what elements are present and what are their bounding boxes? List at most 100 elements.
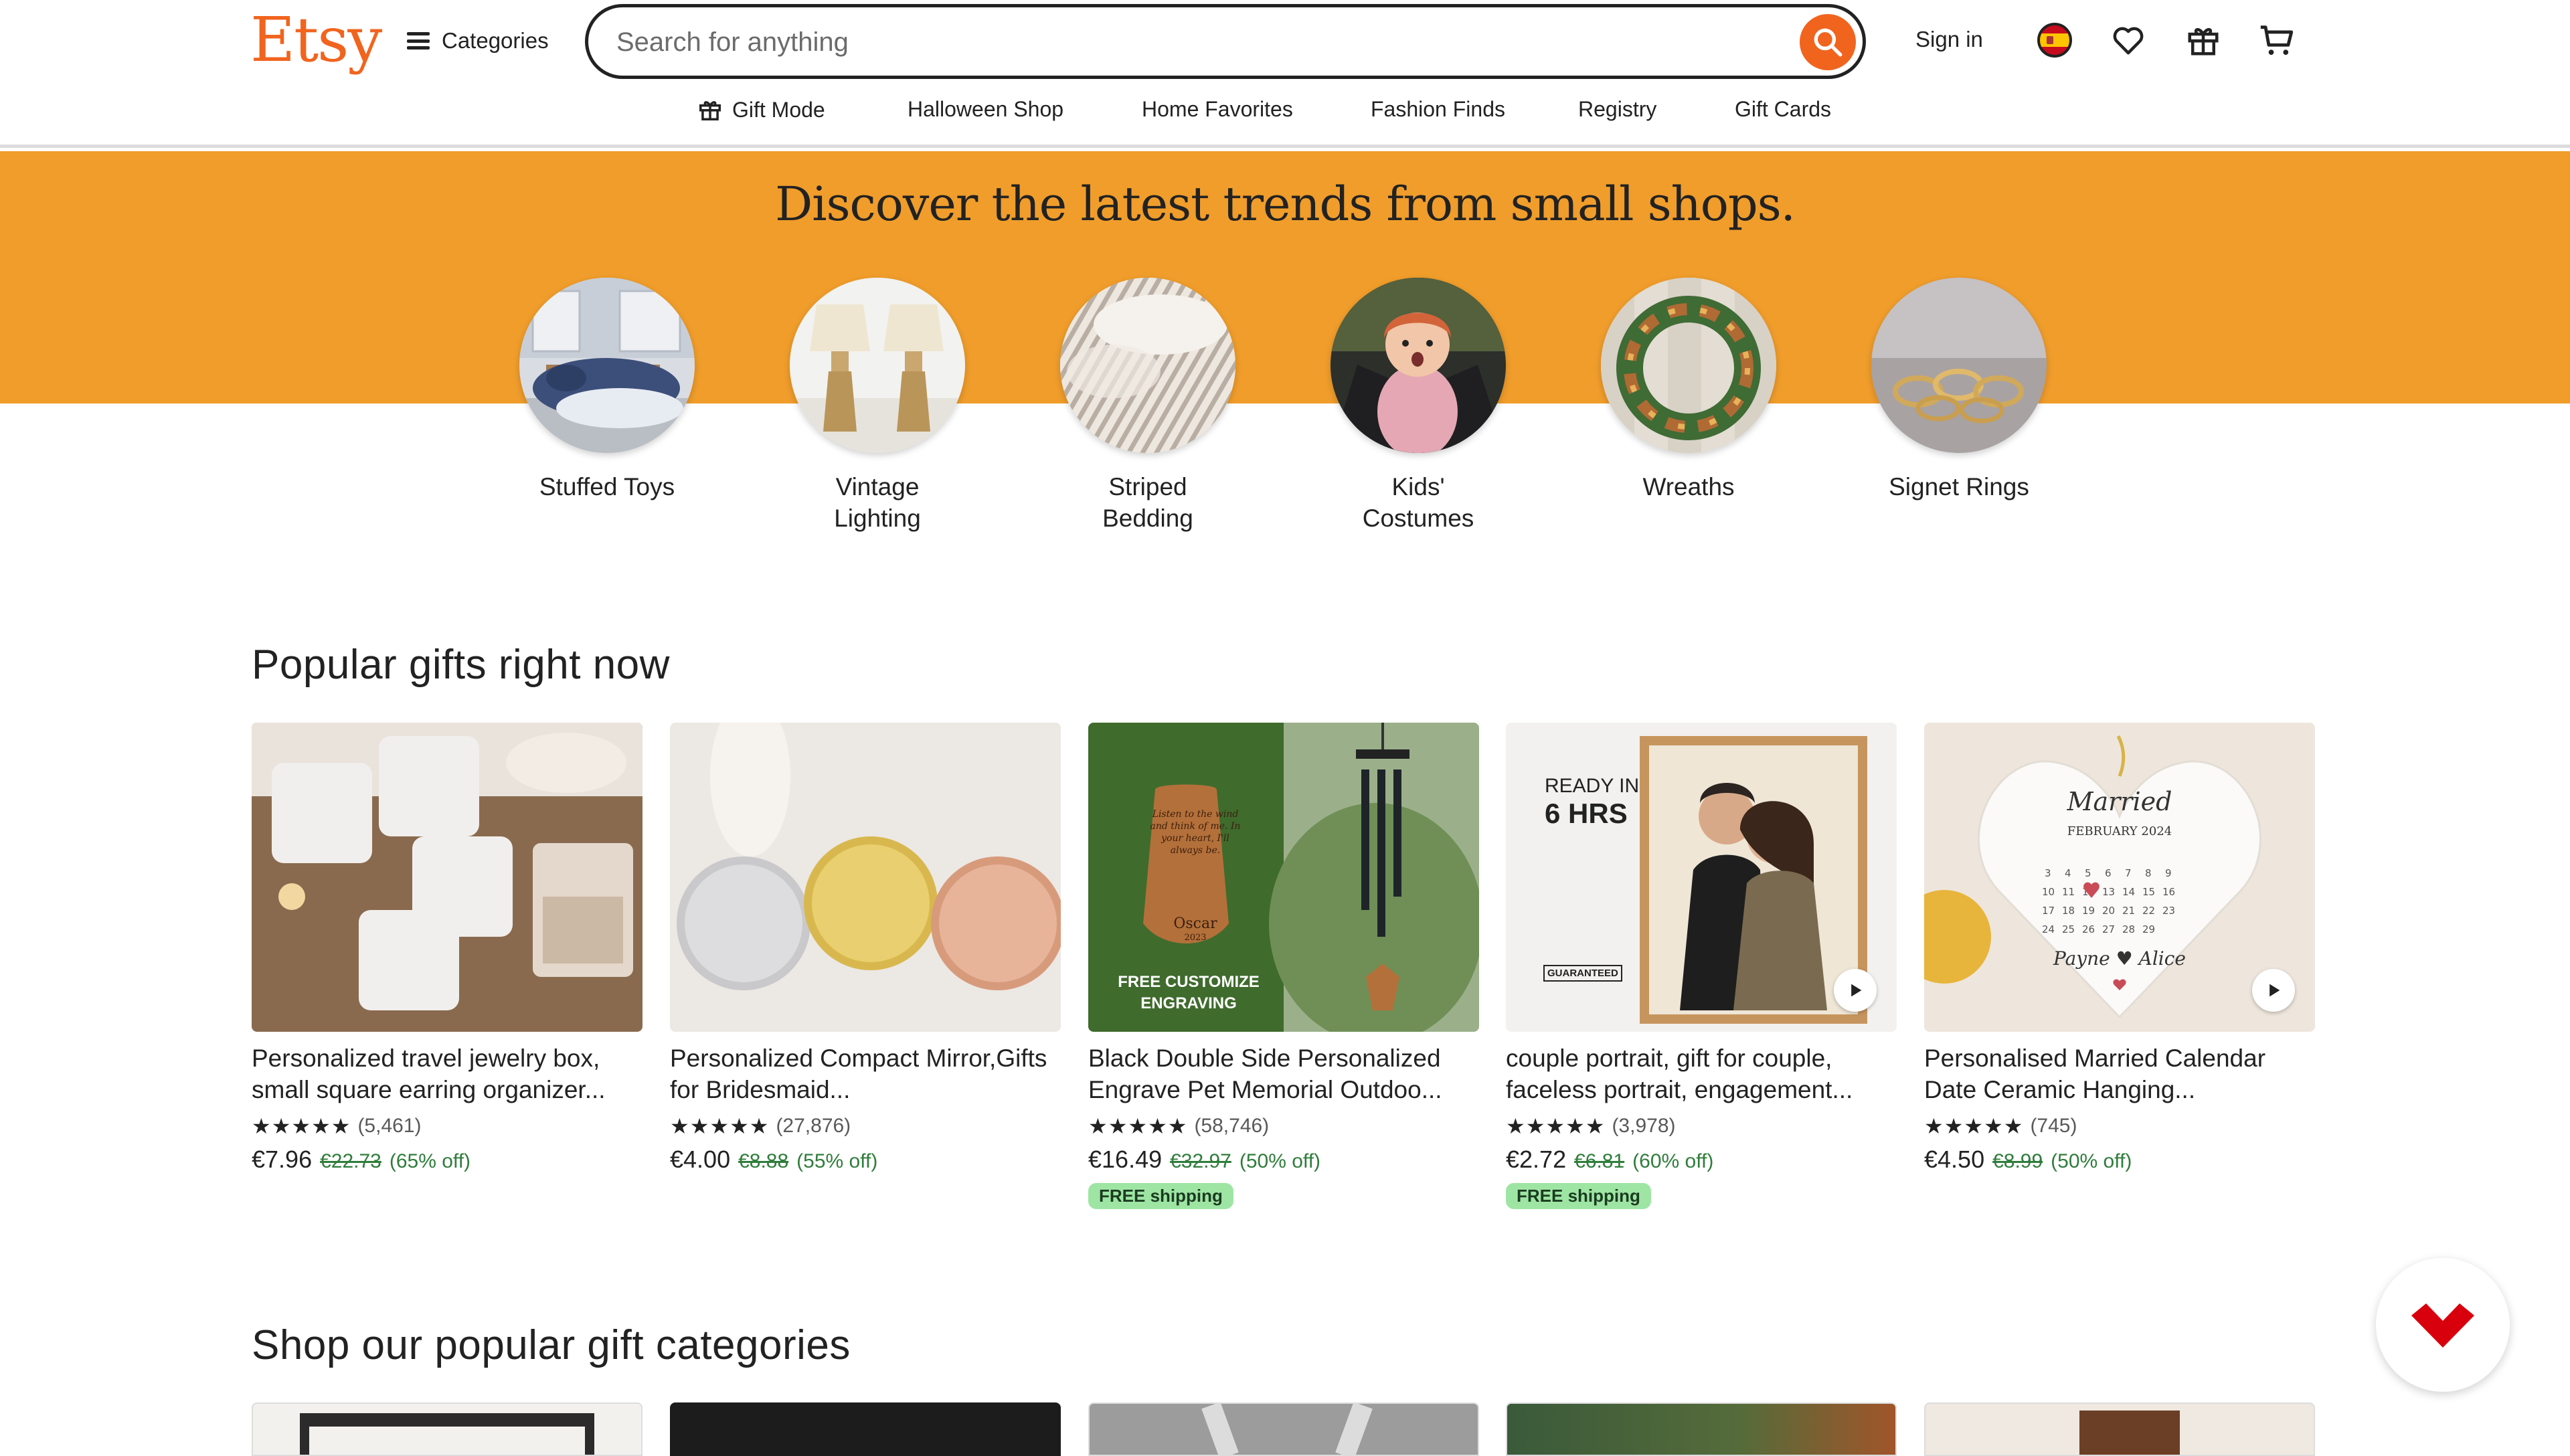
favorites-button[interactable] [2108,20,2148,60]
category-image [2079,1410,2180,1455]
review-count: (5,461) [357,1115,422,1137]
product-title[interactable]: Personalized travel jewelry box, small s… [252,1042,642,1105]
gift-button[interactable] [2183,20,2223,60]
svg-text:20: 20 [2102,905,2115,917]
gift-category-card[interactable] [670,1402,1061,1456]
jewelry-box-photo [252,723,642,1032]
language-button[interactable] [2035,20,2075,60]
product-title[interactable]: Personalized Compact Mirror,Gifts for Br… [670,1042,1061,1105]
product-card[interactable]: READY IN 6 HRS GUARANTEED couple portrai… [1506,723,1897,1209]
categories-button[interactable]: Categories [407,24,549,58]
product-image[interactable]: Listen to the wind and think of me. In y… [1088,723,1479,1032]
discount-label: (65% off) [389,1150,471,1172]
play-video-button[interactable] [2252,969,2295,1012]
circle-wreaths[interactable] [1601,278,1776,453]
calendar-names: Payne ♥ Alice [2053,947,2186,970]
original-price: €22.73 [320,1150,381,1172]
star-rating-icon: ★★★★★ [670,1114,770,1138]
original-price: €8.88 [738,1150,789,1172]
review-count: (745) [2030,1115,2077,1137]
star-rating-icon: ★★★★★ [1506,1114,1606,1138]
help-floating-button[interactable] [2376,1258,2510,1392]
category-image [300,1413,309,1455]
product-image[interactable] [252,723,642,1032]
svg-text:18: 18 [2062,905,2075,917]
site-header: Etsy Categories Sign in [0,0,2570,148]
discount-label: (50% off) [2051,1150,2132,1172]
product-title[interactable]: Black Double Side Personalized Engrave P… [1088,1042,1479,1105]
chime-banner: FREE CUSTOMIZE ENGRAVING [1118,973,1260,1012]
compact-mirror-photo [670,723,1061,1032]
discount-label: (55% off) [796,1150,878,1172]
gift-category-card[interactable] [1506,1402,1897,1456]
price-row: €16.49 €32.97 (50% off) [1088,1146,1479,1174]
banner-title: Discover the latest trends from small sh… [775,177,1796,232]
help-bubble-icon [2411,1303,2474,1348]
circle-label-stuffed-toys[interactable]: Stuffed Toys [487,471,727,503]
svg-text:23: 23 [2162,905,2175,917]
striped-bedding-image [1060,278,1235,453]
search-button[interactable] [1800,14,1856,70]
original-price: €8.99 [1992,1150,2043,1172]
portrait-hours-label: 6 HRS [1545,798,1628,829]
product-image[interactable] [670,723,1061,1032]
product-card[interactable]: 3456789 10111213141516 17181920212223 24… [1924,723,2315,1174]
search-input[interactable] [615,7,1715,77]
circle-label-wreaths[interactable]: Wreaths [1568,471,1809,503]
popular-gifts-heading: Popular gifts right now [252,642,670,688]
subnav-fashion-finds[interactable]: Fashion Finds [1371,97,1505,122]
svg-text:17: 17 [2042,905,2055,917]
calendar-script: Married [2067,787,2172,816]
svg-text:4: 4 [2065,867,2071,879]
product-card[interactable]: Listen to the wind and think of me. In y… [1088,723,1479,1209]
star-rating-icon: ★★★★★ [252,1114,351,1138]
sign-in-link[interactable]: Sign in [1915,27,1983,52]
svg-text:11: 11 [2062,886,2075,898]
product-card[interactable]: Personalized Compact Mirror,Gifts for Br… [670,723,1061,1174]
circle-kids-costumes[interactable] [1331,278,1506,453]
cart-button[interactable] [2257,20,2297,60]
price-row: €2.72 €6.81 (60% off) [1506,1146,1897,1174]
price-row: €7.96 €22.73 (65% off) [252,1146,642,1174]
subnav-gift-mode[interactable]: Gift Mode [697,97,825,122]
etsy-logo[interactable]: Etsy [250,4,382,76]
circle-label-kids-costumes[interactable]: Kids' Costumes [1298,471,1539,534]
circle-striped-bedding[interactable] [1060,278,1235,453]
circle-signet-rings[interactable] [1871,278,2047,453]
circle-label-vintage-lighting[interactable]: Vintage Lighting [757,471,998,534]
category-image [1201,1404,1239,1455]
gift-category-card[interactable] [252,1402,642,1456]
svg-text:8: 8 [2145,867,2152,879]
subnav-home-favorites[interactable]: Home Favorites [1142,97,1293,122]
product-card[interactable]: Personalized travel jewelry box, small s… [252,723,642,1174]
hamburger-icon [407,32,430,50]
play-video-button[interactable] [1834,969,1877,1012]
product-title[interactable]: Personalised Married Calendar Date Ceram… [1924,1042,2315,1105]
review-count: (58,746) [1194,1115,1270,1137]
sale-price: €4.00 [670,1146,731,1173]
star-rating-icon: ★★★★★ [1088,1114,1188,1138]
gift-category-card[interactable] [1088,1402,1479,1456]
svg-text:7: 7 [2125,867,2132,879]
subnav-gift-cards[interactable]: Gift Cards [1735,97,1831,122]
sale-price: €2.72 [1506,1146,1567,1173]
svg-text:14: 14 [2122,886,2135,898]
subnav-registry[interactable]: Registry [1578,97,1656,122]
vintage-lighting-image [790,278,965,453]
product-title[interactable]: couple portrait, gift for couple, facele… [1506,1042,1897,1105]
sub-navigation: Gift Mode Halloween Shop Home Favorites … [0,97,2570,128]
circle-vintage-lighting[interactable] [790,278,965,453]
play-icon [2269,984,2280,997]
gift-categories-heading: Shop our popular gift categories [252,1322,851,1368]
gift-category-card[interactable] [1924,1402,2315,1456]
product-image[interactable]: READY IN 6 HRS GUARANTEED [1506,723,1897,1032]
circle-stuffed-toys[interactable] [519,278,695,453]
subnav-halloween-shop[interactable]: Halloween Shop [908,97,1063,122]
product-image[interactable]: 3456789 10111213141516 17181920212223 24… [1924,723,2315,1032]
svg-text:25: 25 [2062,923,2075,935]
categories-label: Categories [442,28,549,53]
wreaths-image [1601,278,1776,453]
chime-quote: Listen to the wind and think of me. In y… [1150,809,1241,856]
circle-label-striped-bedding[interactable]: Striped Bedding [1027,471,1268,534]
circle-label-signet-rings[interactable]: Signet Rings [1838,471,2079,503]
